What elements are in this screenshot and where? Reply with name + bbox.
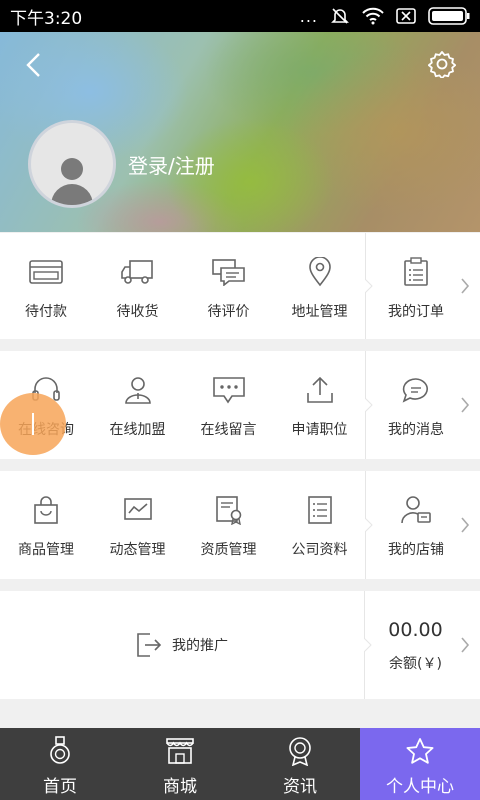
online-join-label: 在线加盟 — [109, 422, 166, 438]
balance-amount: 00.00 — [388, 619, 443, 641]
medal-icon — [50, 736, 70, 764]
chevron-right-icon — [461, 278, 470, 294]
chat-bubble-icon — [402, 378, 428, 403]
upload-icon — [306, 376, 333, 403]
company-profile-label: 公司资料 — [291, 542, 348, 558]
apply-job-item[interactable]: 申请职位 — [274, 351, 365, 459]
nav-home-label: 首页 — [43, 777, 77, 797]
wallet-icon — [29, 260, 63, 284]
battery-icon — [428, 7, 470, 25]
balance-item[interactable]: 00.00 余额(￥) — [364, 591, 480, 699]
more-dots-icon: ... — [299, 6, 318, 26]
pending-receipt-label: 待收货 — [116, 304, 159, 320]
no-sim-icon — [396, 8, 416, 24]
qualification-management-label: 资质管理 — [200, 542, 257, 558]
online-message-label: 在线留言 — [200, 422, 257, 438]
pending-review-label: 待评价 — [207, 304, 250, 320]
my-store-label: 我的店铺 — [388, 542, 444, 558]
balance-label: 余额(￥) — [389, 656, 442, 672]
apply-job-label: 申请职位 — [291, 422, 348, 438]
back-arrow-icon — [26, 53, 40, 77]
my-promotion-button[interactable]: 我的推广 — [0, 591, 364, 699]
status-bar: 下午3:20 ... — [0, 0, 480, 32]
message-icon — [212, 377, 245, 404]
chevron-right-icon — [461, 517, 470, 533]
document-list-icon — [307, 496, 332, 524]
settings-button[interactable] — [426, 48, 458, 80]
back-button[interactable] — [18, 50, 48, 80]
clipboard-icon — [404, 257, 428, 286]
truck-icon — [120, 260, 153, 284]
fab-cursor-icon — [32, 413, 34, 435]
product-management-label: 商品管理 — [18, 542, 74, 558]
notch-icon — [365, 518, 373, 532]
online-message-item[interactable]: 在线留言 — [183, 351, 274, 459]
star-icon — [406, 738, 434, 764]
my-orders-item[interactable]: 我的订单 — [365, 233, 480, 339]
address-management-label: 地址管理 — [291, 304, 348, 320]
floating-action-button[interactable] — [0, 393, 66, 455]
comment-icon — [211, 259, 245, 286]
login-register-link[interactable]: 登录/注册 — [128, 150, 215, 179]
share-arrow-icon — [137, 633, 162, 657]
certificate-icon — [215, 496, 241, 525]
notch-icon — [365, 279, 373, 293]
company-profile-item[interactable]: 公司资料 — [274, 471, 365, 579]
nav-news[interactable]: 资讯 — [240, 728, 360, 800]
notch-icon — [365, 398, 373, 412]
services-card: 在线咨询 在线加盟 在线留言 申请职位 我的消息 — [0, 351, 480, 459]
user-silhouette-icon — [51, 158, 93, 205]
my-messages-label: 我的消息 — [388, 422, 444, 438]
chevron-right-icon — [461, 397, 470, 413]
orders-card: 待付款 待收货 待评价 地址管理 我的订单 — [0, 233, 480, 339]
nav-news-label: 资讯 — [283, 777, 317, 797]
wifi-icon — [362, 7, 384, 25]
my-messages-item[interactable]: 我的消息 — [365, 351, 480, 459]
my-promotion-label: 我的推广 — [172, 638, 228, 654]
storefront-icon — [166, 738, 194, 764]
pending-receipt-item[interactable]: 待收货 — [92, 233, 183, 339]
pending-review-item[interactable]: 待评价 — [183, 233, 274, 339]
location-pin-icon — [308, 257, 331, 287]
bottom-nav: 首页 商城 资讯 个人中心 — [0, 728, 480, 800]
notch-icon — [364, 638, 372, 652]
chevron-right-icon — [461, 637, 470, 653]
badge-icon — [289, 737, 311, 766]
address-management-item[interactable]: 地址管理 — [274, 233, 365, 339]
product-management-item[interactable]: 商品管理 — [0, 471, 92, 579]
promotion-card: 我的推广 00.00 余额(￥) — [0, 591, 480, 699]
person-icon — [124, 377, 151, 404]
mute-bell-icon — [330, 6, 350, 26]
shopping-bag-icon — [34, 496, 58, 524]
status-time: 下午3:20 — [10, 8, 83, 29]
my-store-item[interactable]: 我的店铺 — [365, 471, 480, 579]
pending-payment-item[interactable]: 待付款 — [0, 233, 92, 339]
management-card: 商品管理 动态管理 资质管理 公司资料 我的店铺 — [0, 471, 480, 579]
trend-chart-icon — [123, 498, 152, 520]
dynamic-management-label: 动态管理 — [109, 542, 166, 558]
nav-home[interactable]: 首页 — [0, 728, 120, 800]
pending-payment-label: 待付款 — [25, 304, 67, 320]
nav-mall-label: 商城 — [163, 777, 197, 797]
nav-mall[interactable]: 商城 — [120, 728, 240, 800]
store-user-icon — [401, 496, 431, 524]
qualification-management-item[interactable]: 资质管理 — [183, 471, 274, 579]
nav-personal-center[interactable]: 个人中心 — [360, 728, 480, 800]
avatar[interactable] — [28, 120, 116, 208]
gear-icon — [428, 51, 456, 78]
online-join-item[interactable]: 在线加盟 — [92, 351, 183, 459]
my-orders-label: 我的订单 — [388, 304, 444, 320]
nav-personal-center-label: 个人中心 — [386, 777, 454, 797]
profile-header: 登录/注册 — [0, 32, 480, 232]
dynamic-management-item[interactable]: 动态管理 — [92, 471, 183, 579]
